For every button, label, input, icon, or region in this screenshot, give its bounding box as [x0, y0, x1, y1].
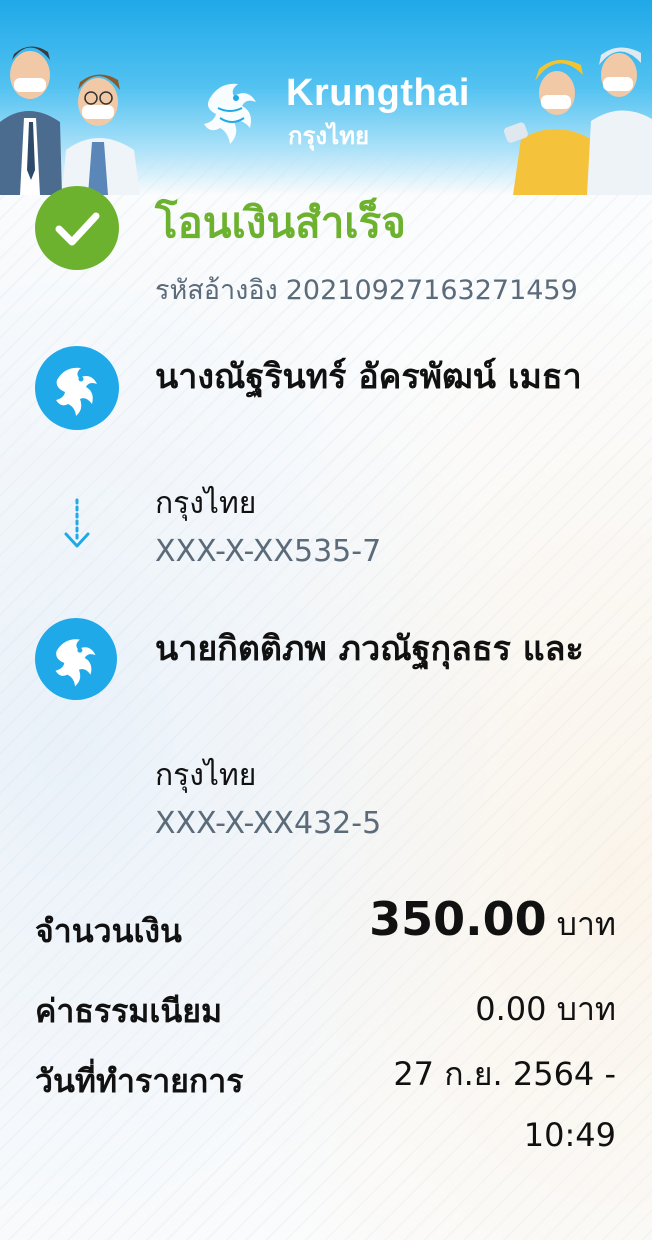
reference-row: รหัสอ้างอิง 2021092716327145​9 — [155, 268, 578, 311]
amount-value: 350.00 — [369, 892, 547, 946]
date-value: 27 ก.ย. 2564 - 10:49 — [393, 1055, 616, 1154]
krungthai-bank-icon — [35, 618, 117, 700]
sender-account: XXX-X-XX535-7 — [155, 534, 382, 569]
people-illustration-right — [503, 47, 652, 195]
date-label: วันที่ทำรายการ — [35, 1062, 244, 1100]
status-title: โอนเงินสำเร็จ — [155, 198, 406, 247]
brand-name: Krungthai — [286, 72, 470, 114]
transfer-slip: Krungthai กรุงไทย โอนเงินสำเร็จ รหัสอ้าง… — [0, 0, 652, 1240]
sender-name: นางณัฐรินทร์ อัครพัฒน์ เมธา — [155, 357, 582, 397]
amount-value-row: 350.00 บาท — [369, 892, 616, 950]
slip-header: Krungthai กรุงไทย — [0, 0, 652, 195]
krungthai-logo-icon — [204, 83, 256, 144]
arrow-down-icon — [64, 498, 90, 548]
krungthai-bank-icon — [35, 346, 119, 430]
people-illustration-left — [0, 46, 140, 195]
reference-label: รหัสอ้างอิง — [155, 275, 278, 306]
amount-label: จำนวนเงิน — [35, 912, 182, 950]
reference-number: 2021092716327145​9 — [285, 275, 578, 306]
sender-bank: กรุงไทย — [155, 486, 257, 521]
fee-value: 0.00 บาท — [475, 990, 616, 1028]
check-circle-icon — [35, 186, 119, 270]
receiver-bank: กรุงไทย — [155, 758, 257, 793]
brand-name-thai: กรุงไทย — [288, 122, 370, 150]
receiver-name: นายกิตติภพ ภวณัฐกุลธร และ — [155, 629, 584, 669]
fee-label: ค่าธรรมเนียม — [35, 992, 223, 1030]
amount-unit: บาท — [556, 905, 616, 943]
receiver-account: XXX-X-XX432-5 — [155, 806, 382, 841]
krungthai-brand: Krungthai กรุงไทย — [190, 68, 480, 152]
